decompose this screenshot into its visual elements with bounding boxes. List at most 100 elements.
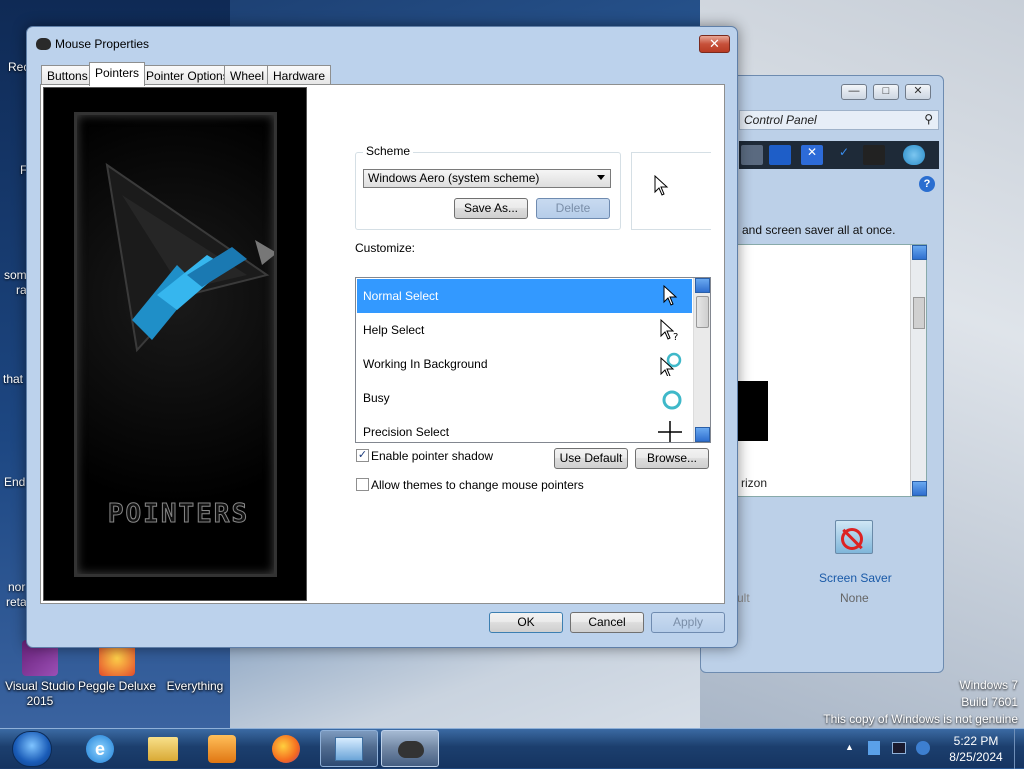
toolbar-icon[interactable]: ✕ <box>801 145 823 165</box>
tray-icon[interactable] <box>868 741 880 755</box>
check-icon[interactable]: ✓ <box>833 145 855 165</box>
desktop-icon-label: Visual Studio 2015 <box>5 679 75 708</box>
file-explorer-icon[interactable] <box>148 737 178 761</box>
scrollbar[interactable] <box>910 245 927 496</box>
scroll-thumb[interactable] <box>913 297 925 329</box>
scheme-legend: Scheme <box>363 144 414 158</box>
arrow-cursor-icon <box>654 175 669 196</box>
theme-name-label: rizon <box>741 476 768 490</box>
list-item[interactable]: Precision Select <box>357 415 692 442</box>
firefox-icon[interactable] <box>272 735 300 763</box>
mouse-properties-dialog[interactable]: Mouse Properties ✕ Buttons Pointers Poin… <box>26 26 738 648</box>
control-panel-icon <box>335 737 363 761</box>
scroll-down-button[interactable] <box>695 427 710 442</box>
save-as-button[interactable]: Save As... <box>454 198 528 219</box>
windows-watermark: Windows 7 Build 7601 This copy of Window… <box>823 677 1018 728</box>
search-icon[interactable]: ⚲ <box>924 112 933 126</box>
scroll-up-button[interactable] <box>912 245 927 260</box>
pointer-preview <box>631 152 711 230</box>
scheme-dropdown[interactable]: Windows Aero (system scheme) <box>363 169 611 188</box>
tab-buttons[interactable]: Buttons <box>41 65 94 85</box>
customize-label: Customize: <box>355 241 416 255</box>
maximize-button[interactable]: □ <box>873 84 899 100</box>
desktop-icon-visual-studio[interactable]: Visual Studio 2015 <box>0 640 80 709</box>
network-icon[interactable] <box>892 742 906 754</box>
close-button[interactable]: ✕ <box>905 84 931 100</box>
chevron-down-icon <box>597 175 605 180</box>
scroll-up-button[interactable] <box>695 278 710 293</box>
pointers-tab-panel: POINTERS Scheme Windows Aero (system sch… <box>40 84 725 604</box>
screen-saver-icon[interactable] <box>831 516 875 560</box>
clock-date: 8/25/2024 <box>949 750 1003 764</box>
cursor-name: Busy <box>363 391 390 405</box>
busy-cursor-icon <box>662 390 682 410</box>
ok-button[interactable]: OK <box>489 612 563 633</box>
volume-icon[interactable] <box>916 741 930 755</box>
desktop-icon-everything[interactable]: Everything <box>155 640 235 694</box>
svg-text:?: ? <box>673 332 678 342</box>
screen-saver-value: None <box>840 591 869 605</box>
list-item[interactable]: Working In Background <box>357 347 692 381</box>
scroll-thumb[interactable] <box>696 296 709 328</box>
list-item[interactable]: Normal Select <box>357 279 692 313</box>
address-text: Control Panel <box>744 113 817 127</box>
enable-shadow-label: Enable pointer shadow <box>371 449 494 463</box>
clock[interactable]: 5:22 PM 8/25/2024 <box>940 733 1012 765</box>
tab-pointer-options[interactable]: Pointer Options <box>140 65 235 85</box>
mouse-icon <box>398 741 424 758</box>
arrow-logo-icon <box>105 162 274 353</box>
desktop-partial-label: nor <box>8 580 26 594</box>
crosshair-cursor-icon <box>658 421 682 442</box>
toolbar-icon[interactable] <box>769 145 791 165</box>
theme-list[interactable] <box>735 244 927 497</box>
tab-pointers[interactable]: Pointers <box>89 62 146 86</box>
toolbar-icon[interactable] <box>741 145 763 165</box>
media-player-icon[interactable] <box>208 735 236 763</box>
desktop-icon-label: Everything <box>166 679 224 693</box>
minimize-button[interactable]: — <box>841 84 867 100</box>
scrollbar[interactable] <box>693 278 710 442</box>
toolbar-icon[interactable] <box>863 145 885 165</box>
close-button[interactable]: ✕ <box>699 35 730 53</box>
allow-themes-label: Allow themes to change mouse pointers <box>371 478 584 492</box>
desktop-icon-peggle[interactable]: Peggle Deluxe <box>77 640 157 694</box>
cursor-name: Working In Background <box>363 357 488 371</box>
mouse-icon <box>36 38 51 50</box>
watermark-line: Build 7601 <box>961 695 1018 709</box>
address-bar[interactable]: Control Panel ⚲ <box>739 110 939 130</box>
desktop-partial-label: End <box>4 475 26 489</box>
toolbar-icon[interactable] <box>903 145 925 165</box>
screen-saver-link[interactable]: Screen Saver <box>819 571 892 585</box>
cancel-button[interactable]: Cancel <box>570 612 644 633</box>
tab-wheel[interactable]: Wheel <box>224 65 271 85</box>
tab-hardware[interactable]: Hardware <box>267 65 332 85</box>
enable-shadow-checkbox[interactable]: ✓ <box>356 449 369 462</box>
desktop-partial-label: that <box>3 372 24 386</box>
apply-button[interactable]: Apply <box>651 612 725 633</box>
clock-time: 5:22 PM <box>953 734 999 748</box>
start-button[interactable] <box>12 731 52 767</box>
internet-explorer-icon[interactable]: e <box>86 735 114 763</box>
taskbar-control-panel[interactable] <box>320 730 378 767</box>
working-cursor-icon <box>660 352 682 376</box>
list-item[interactable]: Busy <box>357 381 692 415</box>
arrow-cursor-icon <box>663 284 678 306</box>
browse-button[interactable]: Browse... <box>635 448 709 469</box>
dialog-title: Mouse Properties <box>55 37 150 51</box>
scheme-selected-value: Windows Aero (system scheme) <box>368 171 540 185</box>
cursor-list[interactable]: Normal Select Help Select ? Working In B… <box>355 277 711 443</box>
cursor-name: Help Select <box>363 323 425 337</box>
theme-preview-thumbnail[interactable] <box>736 381 768 441</box>
desktop-icon-label: Peggle Deluxe <box>77 679 157 693</box>
show-hidden-icons-button[interactable]: ▲ <box>845 742 854 752</box>
cursor-name: Normal Select <box>363 289 439 303</box>
delete-button[interactable]: Delete <box>536 198 610 219</box>
scroll-down-button[interactable] <box>912 481 927 496</box>
taskbar-mouse-properties[interactable] <box>381 730 439 767</box>
allow-themes-checkbox[interactable] <box>356 478 369 491</box>
show-desktop-button[interactable] <box>1014 729 1024 769</box>
watermark-line: Windows 7 <box>959 678 1018 692</box>
help-icon[interactable]: ? <box>919 176 935 192</box>
list-item[interactable]: Help Select ? <box>357 313 692 347</box>
use-default-button[interactable]: Use Default <box>554 448 628 469</box>
